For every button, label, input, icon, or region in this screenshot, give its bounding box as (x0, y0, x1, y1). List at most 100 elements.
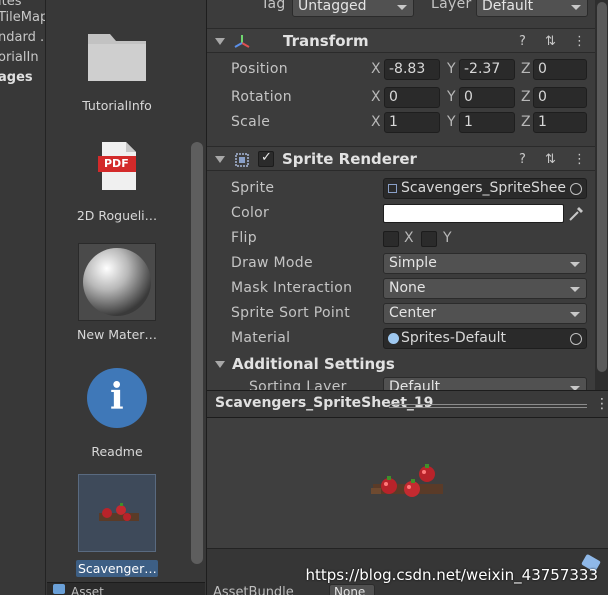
scale-z-field[interactable]: 1 (533, 112, 587, 133)
axis-y-label[interactable]: Y (447, 114, 456, 130)
asset-item[interactable]: TutorialInfo (47, 18, 187, 113)
tag-value: Untagged (298, 0, 367, 14)
additional-settings-title: Additional Settings (232, 355, 395, 373)
axis-y-label[interactable]: Y (447, 89, 456, 105)
chevron-down-icon (397, 5, 407, 10)
tree-item[interactable]: ites (0, 0, 21, 9)
chevron-down-icon (570, 287, 580, 292)
grid-scrollbar[interactable] (191, 142, 203, 564)
position-x-field[interactable]: -8.83 (384, 59, 440, 80)
asset-bundle-icon (53, 584, 65, 594)
drag-handle[interactable] (389, 407, 587, 408)
presets-icon[interactable]: ⇅ (545, 152, 556, 167)
draw-mode-label: Draw Mode (231, 255, 313, 271)
chevron-down-icon (571, 5, 581, 10)
asset-item[interactable]: New Mater… (47, 243, 187, 342)
layer-dropdown[interactable]: Default (476, 0, 588, 17)
material-asset-icon (388, 333, 399, 344)
sorting-layer-row: Sorting Layer Default (207, 376, 595, 390)
more-icon[interactable]: ⋮ (595, 396, 608, 412)
asset-label: TutorialInfo (82, 98, 152, 113)
grid-footer: Asset (47, 582, 205, 595)
help-icon[interactable]: ? (519, 34, 526, 49)
sprite-object-field[interactable]: Scavengers_SpriteShee (383, 178, 587, 199)
object-picker-icon[interactable] (570, 183, 582, 195)
flip-y-checkbox[interactable] (421, 231, 437, 247)
asset-item[interactable]: PDF 2D Rogueli… (47, 128, 187, 223)
tree-item-selected[interactable]: ages (0, 70, 33, 85)
flip-label: Flip (231, 230, 257, 246)
flip-x-checkbox[interactable] (383, 231, 399, 247)
project-asset-grid: TutorialInfo PDF 2D Rogueli… New Mater… … (47, 0, 205, 595)
flip-y-label: Y (443, 230, 452, 246)
layer-value: Default (482, 0, 534, 14)
asset-label: Scavenger… (76, 560, 158, 577)
transform-header[interactable]: Transform ? ⇅ ⋮ (207, 28, 608, 53)
foldout-arrow-icon[interactable] (215, 361, 225, 368)
info-icon: i (80, 364, 154, 438)
asset-bundle-label: AssetBundle (213, 585, 294, 595)
color-swatch[interactable] (383, 204, 564, 223)
rotation-label: Rotation (231, 89, 292, 105)
rotation-y-field[interactable]: 0 (459, 87, 515, 108)
axis-z-label[interactable]: Z (521, 114, 531, 130)
help-icon[interactable]: ? (519, 152, 526, 167)
asset-item-selected[interactable]: Scavenger… (47, 474, 187, 581)
sorting-layer-clip: Sorting Layer Default (207, 376, 595, 390)
project-tree-panel: ites TileMap ndard . orialIn ages (0, 0, 46, 595)
foldout-arrow-icon[interactable] (215, 156, 225, 163)
sprite-sort-point-dropdown[interactable]: Center (383, 303, 587, 324)
mask-interaction-dropdown[interactable]: None (383, 278, 587, 299)
more-icon[interactable]: ⋮ (573, 34, 586, 49)
eyedropper-icon[interactable] (567, 205, 585, 223)
tree-item[interactable]: ndard . (0, 30, 44, 45)
scale-x-field[interactable]: 1 (384, 112, 440, 133)
sprite-renderer-header[interactable]: ✓ Sprite Renderer ? ⇅ ⋮ (207, 146, 608, 171)
tag-dropdown[interactable]: Untagged (292, 0, 414, 17)
axis-y-label[interactable]: Y (447, 61, 456, 77)
rotation-z-field[interactable]: 0 (533, 87, 587, 108)
axis-x-label[interactable]: X (371, 61, 381, 77)
flip-x-label: X (404, 230, 414, 246)
asset-item[interactable]: i Readme (47, 364, 187, 459)
sorting-layer-dropdown[interactable]: Default (383, 377, 587, 390)
tree-item[interactable]: orialIn (0, 50, 39, 65)
color-label: Color (231, 205, 270, 221)
chevron-down-icon (570, 312, 580, 317)
rotation-x-field[interactable]: 0 (384, 87, 440, 108)
draw-mode-dropdown[interactable]: Simple (383, 253, 587, 274)
more-icon[interactable]: ⋮ (573, 152, 586, 167)
asset-bundle-dropdown[interactable]: None (329, 584, 375, 595)
position-z-field[interactable]: 0 (533, 59, 587, 80)
preview-title: Scavengers_SpriteSheet_19 (215, 395, 434, 411)
sorting-layer-value: Default (389, 379, 441, 390)
sprite-value: Scavengers_SpriteShee (401, 180, 566, 196)
scale-y-field[interactable]: 1 (459, 112, 515, 133)
axis-x-label[interactable]: X (371, 89, 381, 105)
axis-x-label[interactable]: X (371, 114, 381, 130)
transform-icon (234, 35, 250, 48)
foldout-arrow-icon[interactable] (215, 38, 225, 45)
inspector-scroll-thumb[interactable] (597, 2, 607, 372)
drag-handle[interactable] (389, 404, 587, 405)
axis-z-label[interactable]: Z (521, 89, 531, 105)
component-enabled-checkbox[interactable]: ✓ (258, 150, 274, 167)
sprite-label: Sprite (231, 180, 275, 196)
inspector-panel: Tag Untagged Layer Default Transform ? ⇅… (206, 0, 608, 595)
preview-header[interactable]: Scavengers_SpriteSheet_19 ⋮ (207, 390, 608, 418)
sprite-asset-icon (388, 184, 397, 193)
draw-mode-value: Simple (389, 255, 437, 271)
sprite-sort-point-value: Center (389, 305, 437, 321)
sprite-row: Sprite Scavengers_SpriteShee (207, 177, 597, 201)
material-object-field[interactable]: Sprites-Default (383, 328, 587, 349)
position-y-field[interactable]: -2.37 (459, 59, 515, 80)
flip-row: Flip X Y (207, 227, 597, 251)
object-picker-icon[interactable] (570, 333, 582, 345)
additional-settings-foldout[interactable]: Additional Settings (207, 352, 597, 376)
transform-title: Transform (283, 32, 369, 50)
axis-z-label[interactable]: Z (521, 61, 531, 77)
presets-icon[interactable]: ⇅ (545, 34, 556, 49)
tree-item[interactable]: TileMap (0, 10, 45, 25)
pdf-badge: PDF (104, 157, 129, 170)
inspector-scrollbar[interactable] (595, 0, 608, 390)
